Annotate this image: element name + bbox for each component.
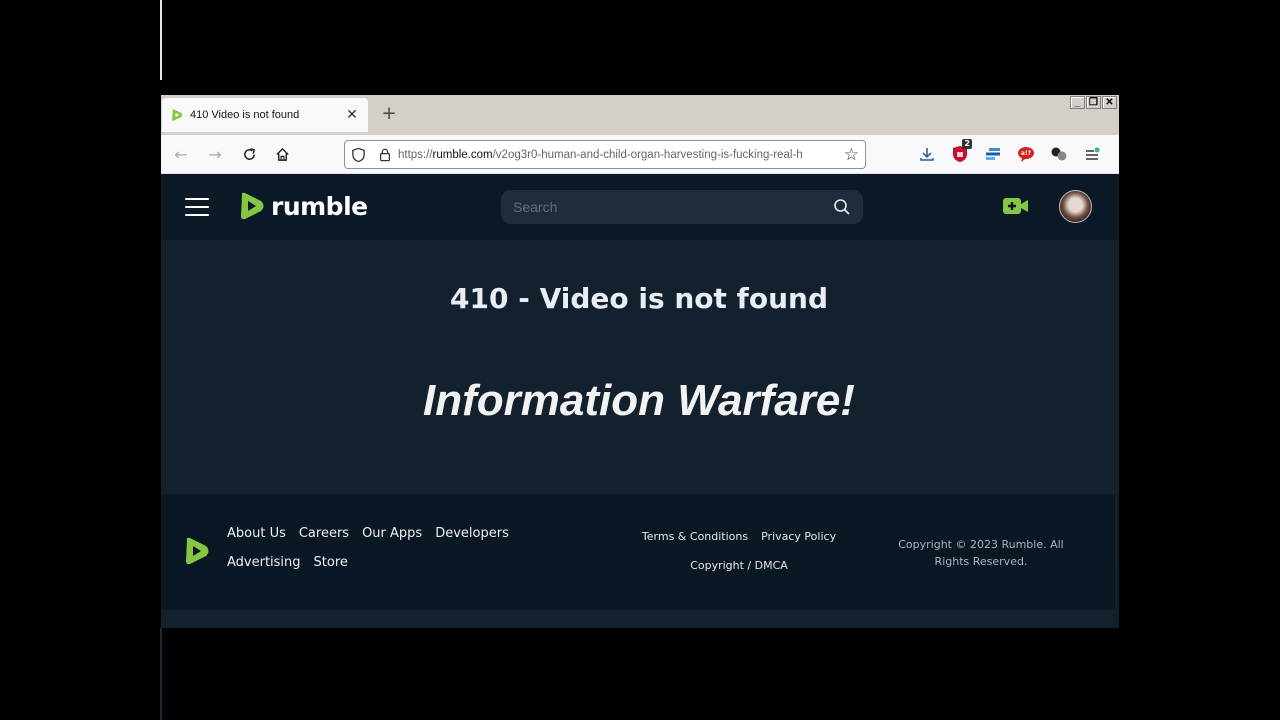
footer-link-our-apps[interactable]: Our Apps [362,526,422,541]
footer-logo[interactable] [183,536,211,570]
footer-bottom-bar [161,610,1115,628]
browser-window: 410 Video is not found ✕ + _ ❐ ✕ ← → htt… [161,95,1119,628]
copyright-dmca-link[interactable]: Copyright / DMCA [690,559,788,572]
star-bookmark-icon[interactable]: ☆ [844,145,859,165]
menu-icon[interactable] [1082,143,1102,165]
rumble-favicon-icon [172,109,183,121]
rumble-logo[interactable]: rumble [238,191,368,221]
arrow-right-icon: → [208,144,222,164]
close-window-button[interactable]: ✕ [1102,96,1117,109]
home-icon [275,147,289,161]
legal-links: Terms & Conditions Privacy Policy Copyri… [639,530,839,572]
user-avatar[interactable] [1059,190,1092,223]
reload-icon [243,147,255,160]
search-bar [501,190,863,224]
url-scheme: https:// [398,148,433,161]
tab-strip: 410 Video is not found ✕ + _ ❐ ✕ [161,95,1119,135]
error-title: 410 - Video is not found [450,282,828,315]
upload-video-button[interactable] [1002,197,1030,219]
home-button[interactable] [271,143,293,165]
extension-red-speech-icon[interactable]: a!? [1016,143,1036,165]
site-footer: About Us Careers Our Apps Developers Adv… [161,494,1115,610]
rumble-logo-icon [241,192,264,220]
search-icon[interactable] [833,198,851,216]
lock-icon[interactable] [378,147,392,162]
footer-links: About Us Careers Our Apps Developers Adv… [227,526,527,570]
restore-button[interactable]: ❐ [1086,96,1101,109]
window-controls: _ ❐ ✕ [1070,96,1117,109]
footer-link-developers[interactable]: Developers [435,526,509,541]
back-button[interactable]: ← [170,143,192,165]
terms-link[interactable]: Terms & Conditions [642,530,748,543]
navigation-toolbar: ← → https://rumble.com/v2og3r0-human-and… [161,135,1119,174]
site-header: rumble [161,174,1119,240]
search-input[interactable] [513,199,833,215]
close-icon[interactable]: ✕ [344,107,360,123]
tab-active[interactable]: 410 Video is not found ✕ [162,98,368,132]
overlay-caption: Information Warfare! [423,376,855,425]
copyright-notice: Copyright © 2023 Rumble. All Rights Rese… [898,538,1064,568]
desktop-edge-line [160,628,162,720]
rumble-logo-icon [186,537,209,565]
download-icon[interactable] [917,143,937,165]
extension-toolbar: 2 a!? [917,139,1102,165]
footer-link-store[interactable]: Store [314,555,348,570]
forward-button[interactable]: → [204,143,226,165]
svg-text:a!?: a!? [1021,150,1032,157]
desktop-edge-line [160,0,162,80]
url-text[interactable]: https://rumble.com/v2og3r0-human-and-chi… [398,149,840,161]
url-host: rumble.com [432,148,493,161]
footer-link-advertising[interactable]: Advertising [227,555,301,570]
tab-title: 410 Video is not found [190,109,300,121]
extension-badge: 2 [962,139,972,149]
video-camera-plus-icon [1003,198,1028,214]
plus-icon[interactable]: + [379,104,399,124]
url-path: /v2og3r0-human-and-child-organ-harvestin… [492,148,803,161]
url-bar[interactable]: https://rumble.com/v2og3r0-human-and-chi… [344,140,866,169]
footer-edge [1115,494,1119,568]
rumble-logo-text: rumble [271,191,368,221]
ublock-shield-icon[interactable]: 2 [950,139,972,165]
arrow-left-icon: ← [174,144,188,164]
privacy-policy-link[interactable]: Privacy Policy [761,530,836,543]
extension-blue-icon[interactable] [983,143,1003,165]
footer-link-about-us[interactable]: About Us [227,526,286,541]
main-content: 410 - Video is not found Information War… [161,240,1119,494]
footer-link-careers[interactable]: Careers [299,526,349,541]
hamburger-menu-icon[interactable] [185,198,209,216]
minimize-button[interactable]: _ [1070,96,1085,109]
reload-button[interactable] [238,143,260,165]
extension-gray-icon[interactable] [1049,143,1069,165]
shield-icon[interactable] [351,147,366,163]
